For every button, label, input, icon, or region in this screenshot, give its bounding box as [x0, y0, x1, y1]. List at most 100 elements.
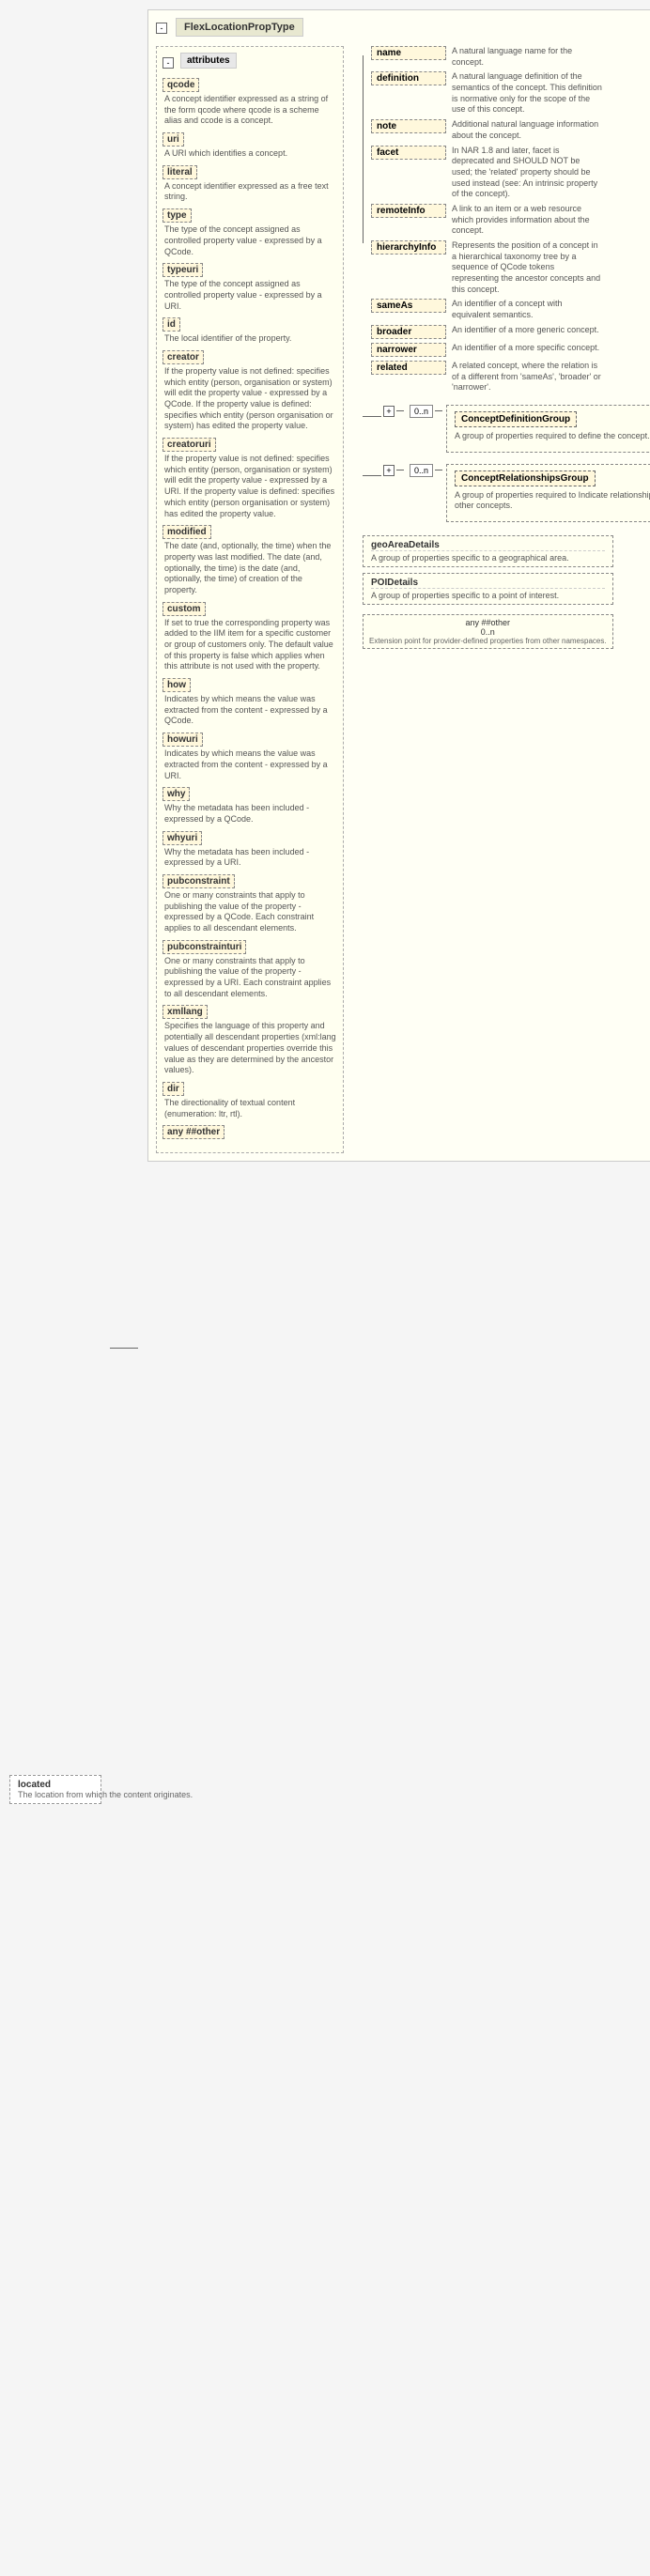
- attr-desc: If set to true the corresponding propert…: [162, 618, 337, 672]
- left-side: located The location from which the cont…: [9, 9, 138, 1804]
- poi-box: POIDetails A group of properties specifi…: [363, 573, 613, 605]
- right-item: broaderAn identifier of a more generic c…: [371, 325, 602, 339]
- right-item: note Additional natural language informat…: [371, 119, 602, 141]
- attr-item: pubconstrainturi One or many constraints …: [162, 940, 337, 1000]
- attr-desc: The type of the concept assigned as cont…: [162, 279, 337, 312]
- attr-item: xmllang Specifies the language of this pr…: [162, 1005, 337, 1075]
- right-item-desc: A link to an item or a web resource whic…: [452, 204, 602, 237]
- any-other-bottom: any ##other 0..n Extension point for pro…: [363, 614, 613, 649]
- attr-desc: A concept identifier expressed as a stri…: [162, 94, 337, 127]
- right-item-name: broader: [371, 325, 446, 339]
- attr-name: pubconstraint: [162, 874, 235, 888]
- attributes-panel: - attributes qcodeA concept identifier e…: [156, 46, 344, 1153]
- concept-def-title: ConceptDefinitionGroup: [455, 411, 577, 427]
- located-label: located: [18, 1780, 93, 1790]
- concept-rel-connectors: + 0..n: [363, 464, 442, 477]
- concept-rel-group: ConceptRelationshipsGroup A group of pro…: [446, 464, 650, 522]
- attr-desc: A URI which identifies a concept.: [162, 148, 337, 160]
- right-item-name: note: [371, 119, 446, 133]
- concept-def-connectors: + 0..n: [363, 405, 442, 418]
- attr-desc: Indicates by which means the value was e…: [162, 748, 337, 781]
- right-panel: name A natural language name for the conc…: [363, 46, 650, 1153]
- attr-desc: Why the metadata has been included - exp…: [162, 847, 337, 869]
- full-layout: - FlexLocationPropType - attributes qcod…: [147, 9, 650, 1162]
- main-container: located The location from which the cont…: [9, 9, 641, 1804]
- located-desc: The location from which the content orig…: [18, 1790, 93, 1799]
- attr-desc: The local identifier of the property.: [162, 333, 337, 345]
- right-item-name: facet: [371, 146, 446, 160]
- attr-name: dir: [162, 1082, 184, 1096]
- attr-item: idThe local identifier of the property.: [162, 317, 337, 345]
- attr-name: creatoruri: [162, 438, 216, 452]
- poi-title: POIDetails: [371, 578, 605, 589]
- concept-rel-desc: A group of properties required to Indica…: [455, 490, 650, 512]
- attr-name: how: [162, 678, 191, 692]
- attr-item: modified The date (and, optionally, the t…: [162, 525, 337, 595]
- attr-item: qcode A concept identifier expressed as a…: [162, 78, 337, 127]
- geo-area-desc: A group of properties specific to a geog…: [371, 553, 605, 563]
- attr-item: any ##other: [162, 1125, 337, 1141]
- attr-desc: If the property value is not defined: sp…: [162, 454, 337, 519]
- multiplicity-rel: 0..n: [410, 464, 433, 477]
- attr-name: custom: [162, 602, 206, 616]
- top-right-section: name A natural language name for the conc…: [363, 46, 650, 393]
- geo-area-box: geoAreaDetails A group of properties spe…: [363, 535, 613, 567]
- right-item-name: narrower: [371, 343, 446, 357]
- collapse-icon[interactable]: -: [156, 23, 167, 34]
- attrs-expand-icon[interactable]: -: [162, 57, 174, 69]
- right-item-desc: Represents the position of a concept in …: [452, 240, 602, 295]
- attr-name: qcode: [162, 78, 199, 92]
- right-item-desc: A natural language name for the concept.: [452, 46, 602, 68]
- attr-name: xmllang: [162, 1005, 208, 1019]
- attr-name: any ##other: [162, 1125, 224, 1139]
- attr-item: pubconstraintOne or many constraints tha…: [162, 874, 337, 934]
- attr-name: modified: [162, 525, 211, 539]
- concept-def-row: + 0..n ConceptDefinitionGroup A group of…: [363, 405, 650, 453]
- attr-item: creatoruri If the property value is not d…: [162, 438, 337, 519]
- attr-desc: The type of the concept assigned as cont…: [162, 224, 337, 257]
- right-item-desc: A natural language definition of the sem…: [452, 71, 602, 116]
- right-item: narrowerAn identifier of a more specific…: [371, 343, 602, 357]
- multiplicity-def: 0..n: [410, 405, 433, 418]
- any-other-label: any ##other: [369, 618, 607, 627]
- right-item-name: definition: [371, 71, 446, 85]
- right-item-name: name: [371, 46, 446, 60]
- attr-desc: A concept identifier expressed as a free…: [162, 181, 337, 203]
- attr-name: creator: [162, 350, 204, 364]
- right-item: remoteInfo A link to an item or a web res…: [371, 204, 602, 237]
- right-item-desc: Additional natural language information …: [452, 119, 602, 141]
- concept-def-desc: A group of properties required to define…: [455, 431, 650, 442]
- attr-item: typeThe type of the concept assigned as …: [162, 208, 337, 257]
- right-item: sameAsAn identifier of a concept with eq…: [371, 299, 602, 320]
- attr-name: why: [162, 787, 190, 801]
- right-item-desc: In NAR 1.8 and later, facet is deprecate…: [452, 146, 602, 200]
- attr-desc: One or many constraints that apply to pu…: [162, 956, 337, 1000]
- concept-rel-row: + 0..n ConceptRelationshipsGroup A group…: [363, 464, 650, 522]
- page-title: FlexLocationPropType: [176, 18, 303, 37]
- attr-name: uri: [162, 132, 184, 147]
- concept-def-group: ConceptDefinitionGroup A group of proper…: [446, 405, 650, 453]
- attr-name: literal: [162, 165, 197, 179]
- attr-desc: Why the metadata has been included - exp…: [162, 803, 337, 825]
- plus-connector-def: +: [383, 406, 395, 417]
- attr-item: custom If set to true the corresponding p…: [162, 602, 337, 672]
- right-item: facet In NAR 1.8 and later, facet is depr…: [371, 146, 602, 200]
- attr-item: whyuriWhy the metadata has been included…: [162, 831, 337, 869]
- attr-desc: The date (and, optionally, the time) whe…: [162, 541, 337, 595]
- attr-desc: If the property value is not defined: sp…: [162, 366, 337, 432]
- right-item-name: remoteInfo: [371, 204, 446, 218]
- attr-item: why Why the metadata has been included - …: [162, 787, 337, 825]
- attr-name: pubconstrainturi: [162, 940, 246, 954]
- concept-rel-title: ConceptRelationshipsGroup: [455, 470, 596, 486]
- attr-desc: Specifies the language of this property …: [162, 1021, 337, 1075]
- geo-poi-section: geoAreaDetails A group of properties spe…: [363, 535, 613, 649]
- right-item-name: sameAs: [371, 299, 446, 313]
- attr-name: typeuri: [162, 263, 203, 277]
- right-item-name: related: [371, 361, 446, 375]
- connector-area: [363, 46, 364, 243]
- right-item: name A natural language name for the conc…: [371, 46, 602, 68]
- attr-item: howuriIndicates by which means the value…: [162, 733, 337, 781]
- attr-item: uriA URI which identifies a concept.: [162, 132, 337, 160]
- poi-desc: A group of properties specific to a poin…: [371, 591, 605, 600]
- right-item-name: hierarchyInfo: [371, 240, 446, 255]
